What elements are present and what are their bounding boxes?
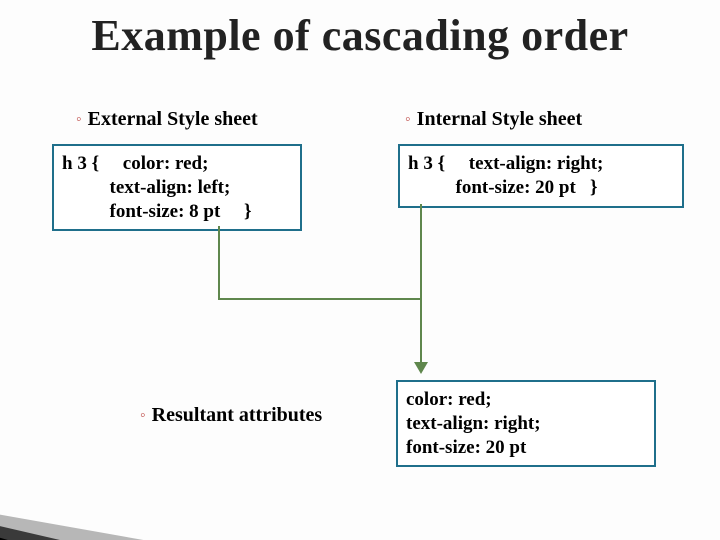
bullet-icon: ◦ [405, 111, 411, 128]
bullet-icon: ◦ [76, 111, 82, 128]
code-box-external: h 3 { color: red; text-align: left; font… [52, 144, 302, 231]
label-internal-text: Internal Style sheet [417, 108, 583, 130]
label-result-text: Resultant attributes [152, 404, 323, 426]
label-external-text: External Style sheet [88, 108, 258, 130]
slide: Example of cascading order ◦ External Sty… [0, 0, 720, 540]
label-external: ◦ External Style sheet [76, 108, 258, 131]
code-box-result: color: red; text-align: right; font-size… [396, 380, 656, 467]
connector-line [420, 298, 422, 364]
code-box-internal: h 3 { text-align: right; font-size: 20 p… [398, 144, 684, 208]
connector-line [218, 226, 220, 298]
arrow-down-icon [414, 362, 428, 374]
slide-title: Example of cascading order [0, 10, 720, 61]
label-internal: ◦ Internal Style sheet [405, 108, 582, 131]
connector-line [420, 204, 422, 298]
connector-line [218, 298, 422, 300]
bullet-icon: ◦ [140, 407, 146, 424]
label-result: ◦ Resultant attributes [140, 404, 322, 427]
